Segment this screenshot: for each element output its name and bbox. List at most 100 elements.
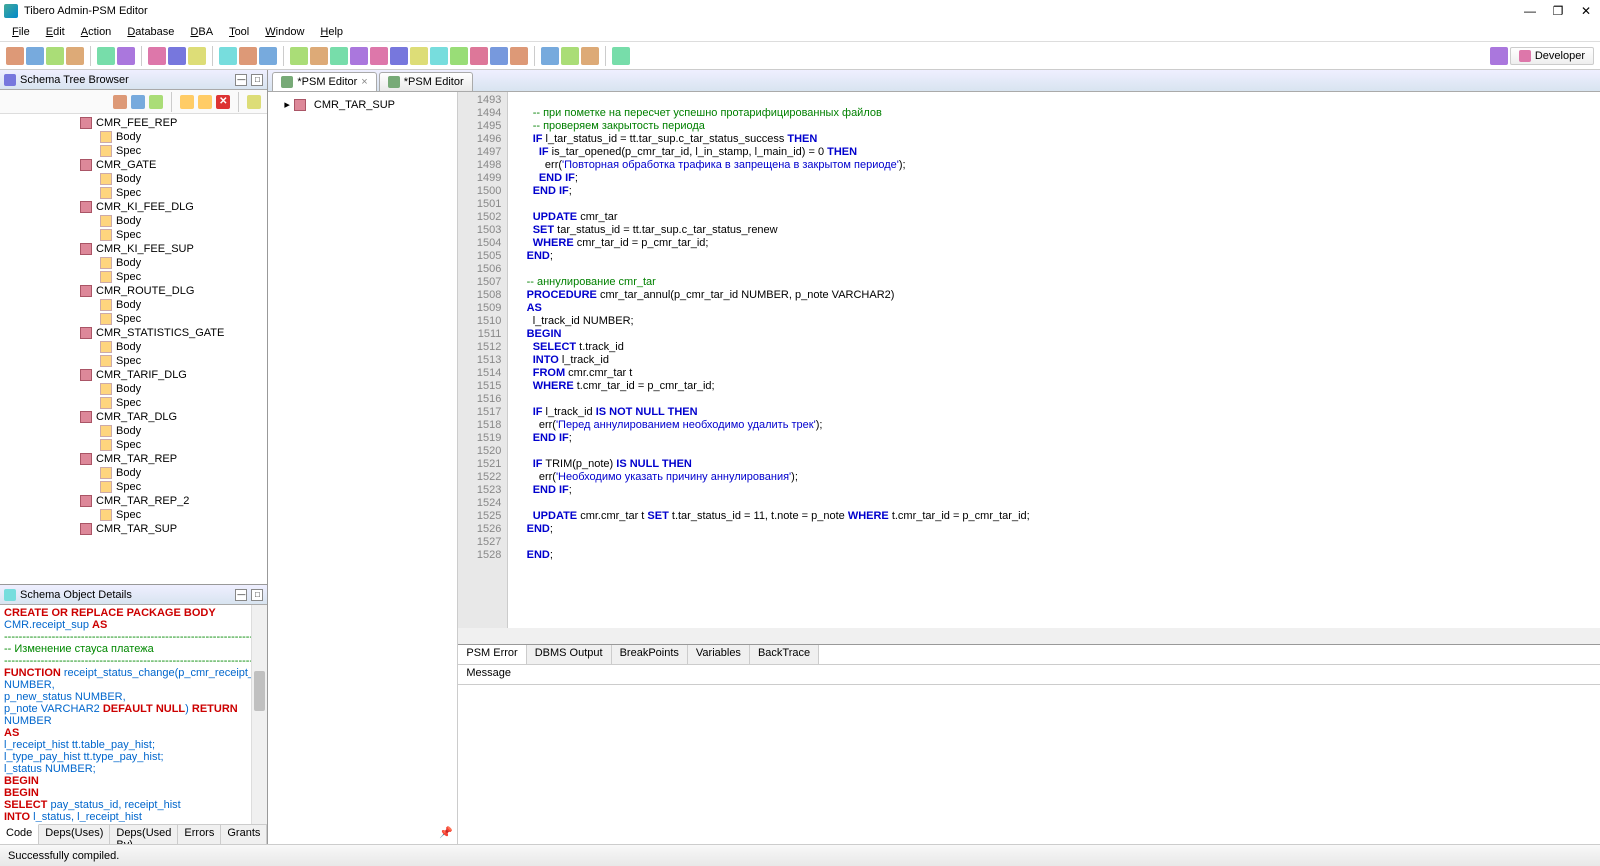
toolbar-icon[interactable] <box>470 47 488 65</box>
bottom-tab[interactable]: BackTrace <box>750 645 819 664</box>
toolbar-icon[interactable] <box>430 47 448 65</box>
toolbar-icon[interactable] <box>239 47 257 65</box>
toolbar-icon[interactable] <box>350 47 368 65</box>
tree-node[interactable]: Spec <box>0 508 267 522</box>
toolbar-icon[interactable] <box>219 47 237 65</box>
details-tab[interactable]: Deps(Uses) <box>39 825 110 844</box>
code-editor[interactable]: 1493149414951496149714981499150015011502… <box>458 92 1600 628</box>
toolbar-icon[interactable] <box>66 47 84 65</box>
tree-node[interactable]: CMR_TAR_DLG <box>0 410 267 424</box>
tree-node[interactable]: CMR_FEE_REP <box>0 116 267 130</box>
delete-icon[interactable]: ✕ <box>216 95 230 109</box>
bottom-tab[interactable]: PSM Error <box>458 645 526 664</box>
pin-icon[interactable]: 📌 <box>439 826 453 840</box>
tree-tool-icon[interactable] <box>131 95 145 109</box>
menu-database[interactable]: Database <box>119 24 182 40</box>
toolbar-icon[interactable] <box>510 47 528 65</box>
bottom-tab[interactable]: DBMS Output <box>527 645 612 664</box>
toolbar-icon[interactable] <box>1490 47 1508 65</box>
tree-node[interactable]: Body <box>0 424 267 438</box>
toolbar-icon[interactable] <box>290 47 308 65</box>
bottom-tab[interactable]: BreakPoints <box>612 645 688 664</box>
developer-button[interactable]: Developer <box>1510 47 1594 65</box>
tree-node[interactable]: Spec <box>0 354 267 368</box>
tree-node[interactable]: Spec <box>0 396 267 410</box>
details-body[interactable]: CREATE OR REPLACE PACKAGE BODY CMR.recei… <box>0 605 267 824</box>
tree-node[interactable]: CMR_TAR_SUP <box>0 522 267 536</box>
tree-node[interactable]: Spec <box>0 186 267 200</box>
toolbar-icon[interactable] <box>310 47 328 65</box>
details-tab[interactable]: Grants <box>221 825 267 844</box>
tree-tool-icon[interactable] <box>149 95 163 109</box>
editor-tab[interactable]: *PSM Editor× <box>272 72 376 91</box>
menu-action[interactable]: Action <box>73 24 120 40</box>
details-tab[interactable]: Errors <box>178 825 221 844</box>
menu-edit[interactable]: Edit <box>38 24 73 40</box>
tree-node[interactable]: Body <box>0 382 267 396</box>
toolbar-icon[interactable] <box>97 47 115 65</box>
tree-node[interactable]: Body <box>0 298 267 312</box>
toolbar-icon[interactable] <box>117 47 135 65</box>
tree-node[interactable]: CMR_GATE <box>0 158 267 172</box>
toolbar-icon[interactable] <box>390 47 408 65</box>
panel-minimize-button[interactable]: — <box>235 74 247 86</box>
edit-icon[interactable] <box>198 95 212 109</box>
tree-node[interactable]: Body <box>0 256 267 270</box>
close-icon[interactable]: × <box>361 76 367 88</box>
tree-node[interactable]: CMR_KI_FEE_SUP <box>0 242 267 256</box>
details-tab[interactable]: Code <box>0 824 39 844</box>
bottom-tab[interactable]: Variables <box>688 645 750 664</box>
toolbar-icon[interactable] <box>561 47 579 65</box>
toolbar-icon[interactable] <box>26 47 44 65</box>
toolbar-icon[interactable] <box>330 47 348 65</box>
toolbar-icon[interactable] <box>259 47 277 65</box>
menu-help[interactable]: Help <box>312 24 351 40</box>
tree-node[interactable]: Body <box>0 130 267 144</box>
minimize-button[interactable]: — <box>1520 4 1540 18</box>
tree-node[interactable]: CMR_KI_FEE_DLG <box>0 200 267 214</box>
details-tab[interactable]: Deps(Used By) <box>110 825 178 844</box>
toolbar-icon[interactable] <box>450 47 468 65</box>
tree-tool-icon[interactable] <box>113 95 127 109</box>
maximize-button[interactable]: ❐ <box>1548 4 1568 18</box>
tree-node[interactable]: Spec <box>0 144 267 158</box>
tree-node[interactable]: CMR_TAR_REP_2 <box>0 494 267 508</box>
menu-tool[interactable]: Tool <box>221 24 257 40</box>
tree-node[interactable]: Spec <box>0 438 267 452</box>
toolbar-icon[interactable] <box>490 47 508 65</box>
toolbar-icon[interactable] <box>581 47 599 65</box>
menu-file[interactable]: File <box>4 24 38 40</box>
tree-node[interactable]: Body <box>0 340 267 354</box>
editor-tab[interactable]: *PSM Editor <box>379 72 473 91</box>
tree-body[interactable]: CMR_FEE_REPBodySpecCMR_GATEBodySpecCMR_K… <box>0 114 267 584</box>
horizontal-scrollbar[interactable] <box>458 628 1600 644</box>
tree-node[interactable]: CMR_ROUTE_DLG <box>0 284 267 298</box>
tree-node[interactable]: Spec <box>0 312 267 326</box>
object-tree[interactable]: ▸ CMR_TAR_SUP 📌 <box>268 92 458 844</box>
edit-icon[interactable] <box>180 95 194 109</box>
tree-node[interactable]: CMR_TAR_REP <box>0 452 267 466</box>
toolbar-icon[interactable] <box>168 47 186 65</box>
toolbar-icon[interactable] <box>6 47 24 65</box>
object-tree-node[interactable]: ▸ CMR_TAR_SUP <box>272 96 453 113</box>
panel-minimize-button[interactable]: — <box>235 589 247 601</box>
toolbar-icon[interactable] <box>612 47 630 65</box>
panel-maximize-button[interactable]: □ <box>251 74 263 86</box>
tree-tool-icon[interactable] <box>247 95 261 109</box>
tree-node[interactable]: Body <box>0 466 267 480</box>
panel-maximize-button[interactable]: □ <box>251 589 263 601</box>
toolbar-icon[interactable] <box>46 47 64 65</box>
tree-node[interactable]: Spec <box>0 270 267 284</box>
tree-node[interactable]: Body <box>0 172 267 186</box>
toolbar-icon[interactable] <box>370 47 388 65</box>
toolbar-icon[interactable] <box>410 47 428 65</box>
toolbar-icon[interactable] <box>148 47 166 65</box>
tree-node[interactable]: CMR_TARIF_DLG <box>0 368 267 382</box>
toolbar-icon[interactable] <box>541 47 559 65</box>
tree-node[interactable]: CMR_STATISTICS_GATE <box>0 326 267 340</box>
toolbar-icon[interactable] <box>188 47 206 65</box>
menu-window[interactable]: Window <box>257 24 312 40</box>
tree-node[interactable]: Body <box>0 214 267 228</box>
menu-dba[interactable]: DBA <box>182 24 221 40</box>
col-message[interactable]: Message <box>458 665 1600 684</box>
